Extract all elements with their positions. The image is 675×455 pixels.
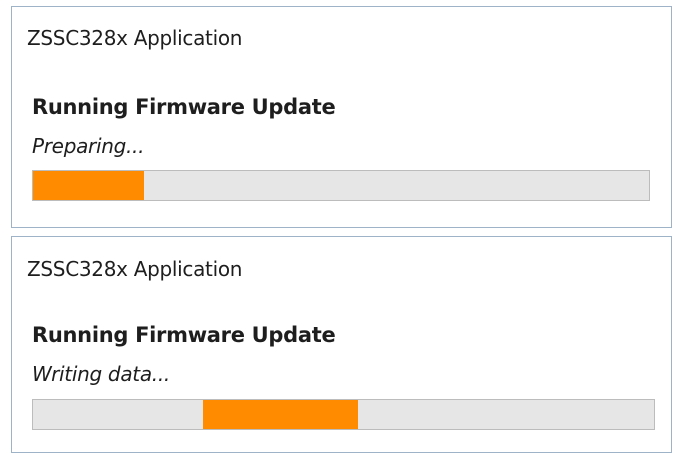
progress-bar-fill xyxy=(33,171,144,200)
firmware-update-dialog-preparing: ZSSC328x Application Running Firmware Up… xyxy=(11,6,672,228)
dialog-heading: Running Firmware Update xyxy=(32,323,336,347)
progress-bar-fill xyxy=(202,400,358,429)
status-text: Writing data... xyxy=(32,362,170,386)
dialog-heading: Running Firmware Update xyxy=(32,95,336,119)
dialog-title: ZSSC328x Application xyxy=(27,257,243,281)
firmware-update-dialog-writing: ZSSC328x Application Running Firmware Up… xyxy=(11,236,672,453)
progress-bar xyxy=(32,170,650,201)
status-text: Preparing... xyxy=(32,134,145,158)
screenshot-page: ZSSC328x Application Running Firmware Up… xyxy=(0,0,675,455)
dialog-title: ZSSC328x Application xyxy=(27,26,243,50)
progress-bar xyxy=(32,399,655,430)
